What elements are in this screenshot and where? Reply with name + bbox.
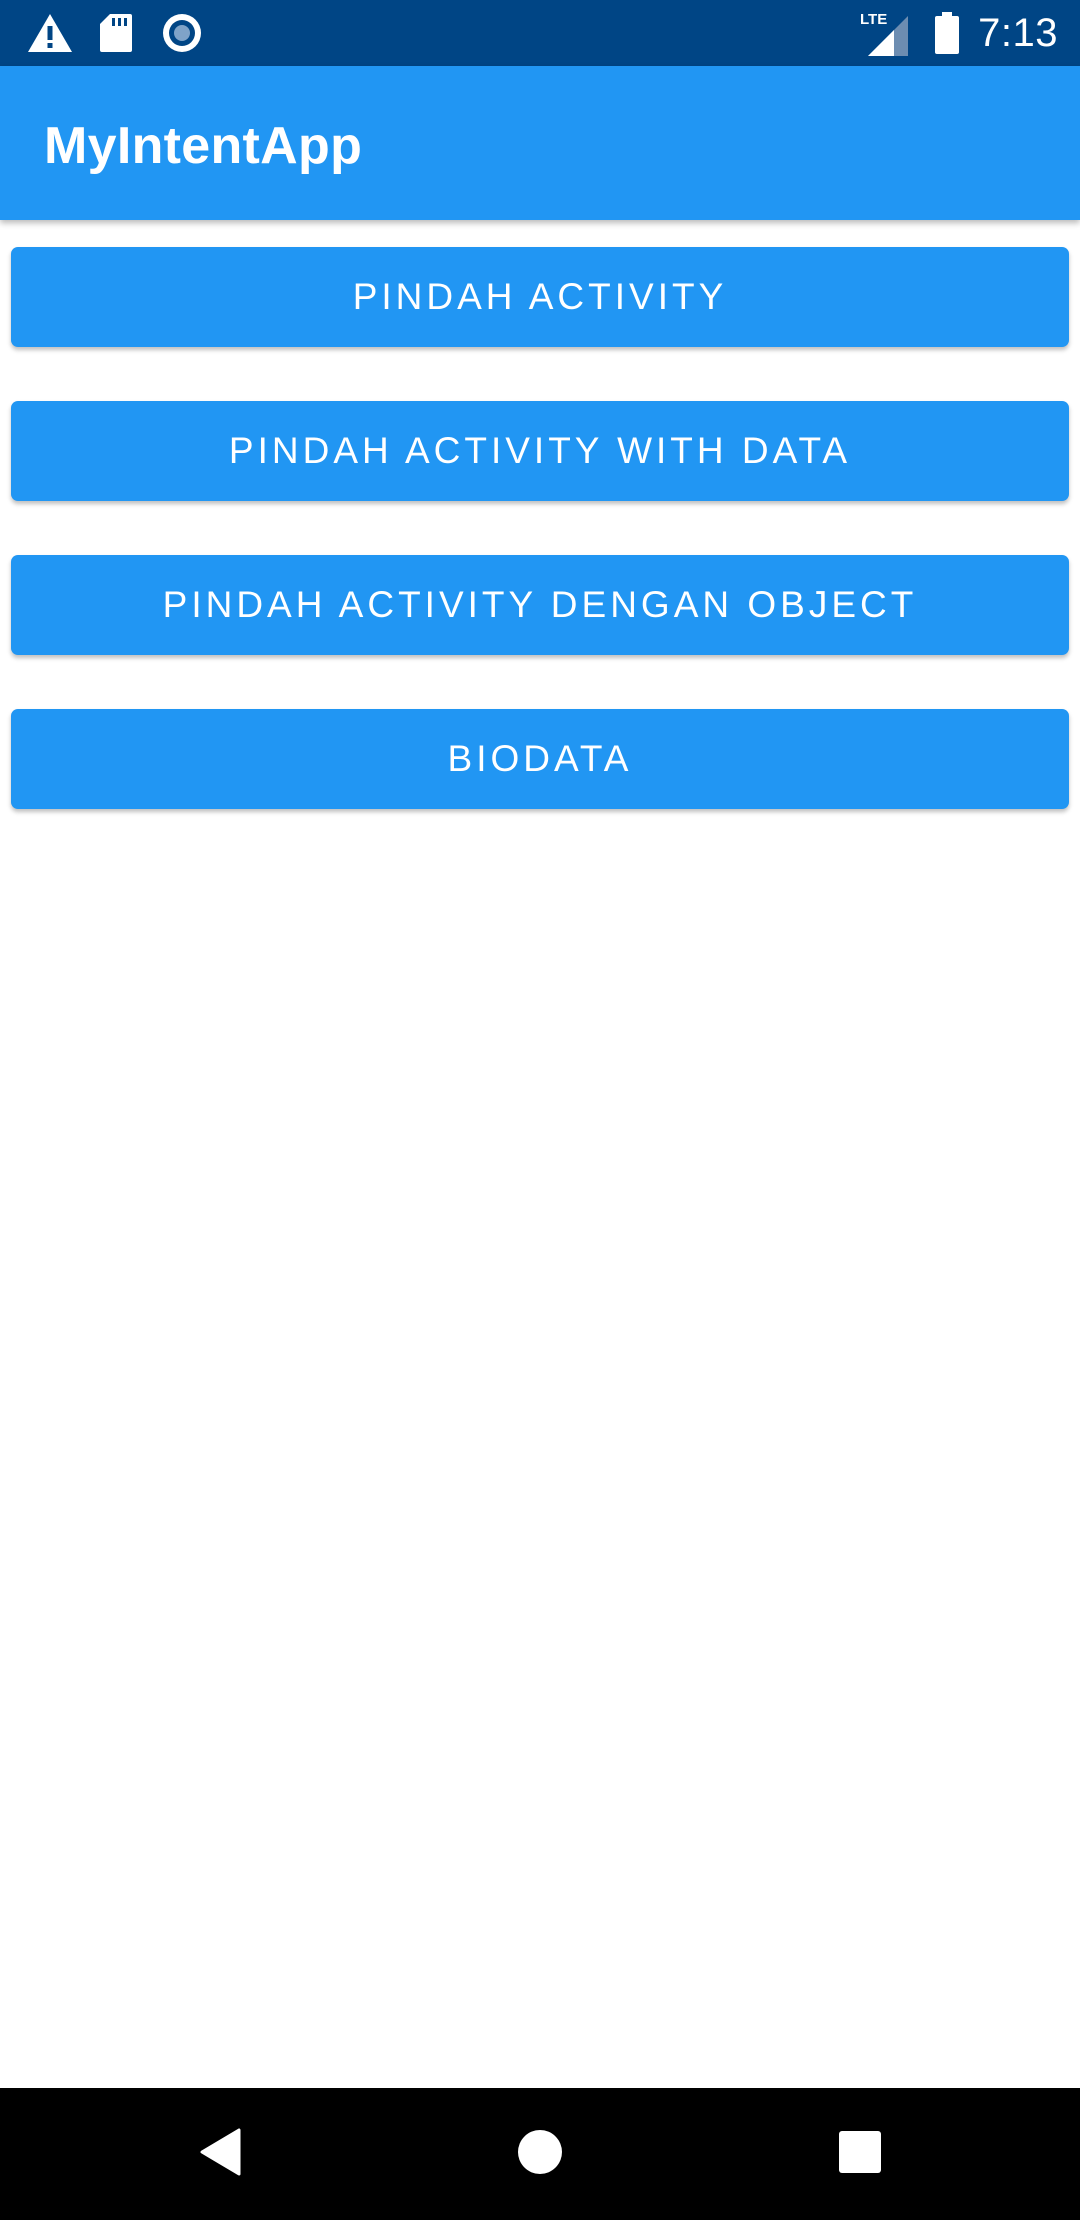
back-button[interactable] — [140, 2088, 300, 2220]
screen: LTE 7:13 MyIntentApp PINDAH ACTIVITY PIN… — [0, 0, 1080, 2220]
home-icon — [517, 2129, 563, 2180]
biodata-button[interactable]: BIODATA — [11, 709, 1069, 809]
system-indicators: LTE 7:13 — [860, 6, 1058, 60]
home-button[interactable] — [460, 2088, 620, 2220]
app-bar: MyIntentApp — [0, 66, 1080, 220]
lte-signal-icon: LTE — [860, 10, 912, 56]
navigation-bar — [0, 2088, 1080, 2220]
recent-apps-button[interactable] — [780, 2088, 940, 2220]
warning-icon — [26, 9, 74, 57]
sd-card-icon — [92, 9, 140, 57]
recent-apps-icon — [839, 2130, 881, 2178]
pindah-activity-button[interactable]: PINDAH ACTIVITY — [11, 247, 1069, 347]
notification-icons — [26, 9, 224, 57]
svg-text:LTE: LTE — [860, 11, 887, 28]
status-bar: LTE 7:13 — [0, 0, 1080, 66]
status-clock: 7:13 — [978, 10, 1058, 55]
battery-icon — [934, 12, 960, 54]
back-icon — [199, 2128, 241, 2181]
pindah-activity-with-data-button[interactable]: PINDAH ACTIVITY WITH DATA — [11, 401, 1069, 501]
pindah-activity-dengan-object-button[interactable]: PINDAH ACTIVITY DENGAN OBJECT — [11, 555, 1069, 655]
record-icon — [158, 9, 206, 57]
app-title: MyIntentApp — [44, 117, 363, 175]
